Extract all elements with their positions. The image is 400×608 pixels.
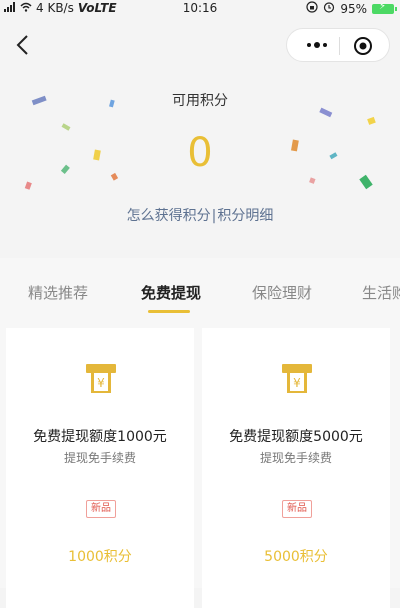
lock-rotation-icon xyxy=(306,1,318,16)
svg-text:¥: ¥ xyxy=(97,376,105,390)
status-bar: 4 KB/s VoLTE 10:16 95% ⚡ xyxy=(0,0,400,18)
active-tab-indicator xyxy=(148,310,190,313)
alarm-icon xyxy=(323,1,335,16)
more-dot-icon xyxy=(323,43,327,47)
new-badge: 新品 xyxy=(282,500,312,518)
chevron-left-icon xyxy=(16,35,28,55)
close-mini-program-button[interactable] xyxy=(353,36,373,56)
tab-life-shopping[interactable]: 生活购 xyxy=(362,282,400,303)
more-dot-icon xyxy=(314,42,320,48)
battery-icon: ⚡ xyxy=(372,1,397,14)
card-price: 1000积分 xyxy=(68,549,132,565)
product-card[interactable]: ¥ 免费提现额度5000元 提现免手续费 新品 5000积分 xyxy=(202,328,390,608)
available-points-label: 可用积分 xyxy=(172,93,228,109)
card-title: 免费提现额度1000元 xyxy=(33,429,167,445)
how-to-earn-points-link[interactable]: 怎么获得积分 xyxy=(127,208,211,224)
tab-featured[interactable]: 精选推荐 xyxy=(28,282,88,303)
withdraw-cash-icon: ¥ xyxy=(84,362,118,396)
content-area: 精选推荐 免费提现 保险理财 生活购 ¥ 免费提现额度1000元 提现免手续费 … xyxy=(0,258,400,608)
card-subtitle: 提现免手续费 xyxy=(259,451,332,465)
svg-text:¥: ¥ xyxy=(293,376,301,390)
battery-percent: 95% xyxy=(340,1,367,16)
withdraw-cash-icon: ¥ xyxy=(280,362,314,396)
more-dot-icon xyxy=(307,43,311,47)
tab-insurance-finance[interactable]: 保险理财 xyxy=(252,282,312,303)
card-title: 免费提现额度5000元 xyxy=(229,429,363,445)
new-badge: 新品 xyxy=(86,500,116,518)
back-button[interactable] xyxy=(10,30,34,60)
points-details-link[interactable]: 积分明细 xyxy=(217,208,273,224)
points-value: 0 xyxy=(187,130,213,176)
more-button[interactable] xyxy=(297,29,337,61)
card-price: 5000积分 xyxy=(264,549,328,565)
status-right: 95% ⚡ xyxy=(306,1,397,16)
mini-program-capsule xyxy=(286,28,390,62)
link-separator: | xyxy=(211,208,217,224)
target-icon xyxy=(354,37,372,55)
card-subtitle: 提现免手续费 xyxy=(63,451,136,465)
product-card[interactable]: ¥ 免费提现额度1000元 提现免手续费 新品 1000积分 xyxy=(6,328,194,608)
tab-free-withdraw[interactable]: 免费提现 xyxy=(141,282,201,303)
points-links: 怎么获得积分|积分明细 xyxy=(0,205,400,225)
category-tabs: 精选推荐 免费提现 保险理财 生活购 xyxy=(0,258,400,320)
capsule-divider xyxy=(339,37,340,55)
